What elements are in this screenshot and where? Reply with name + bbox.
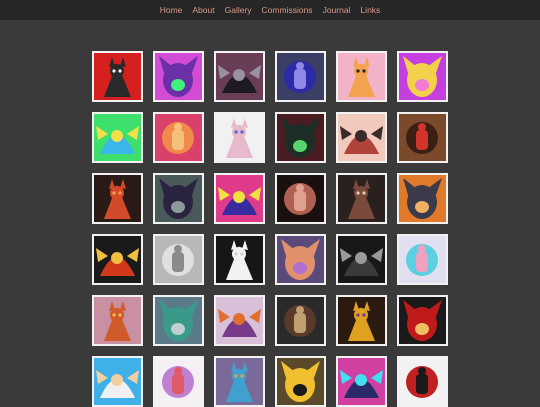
- artwork-image: [216, 175, 263, 222]
- gallery-thumbnail[interactable]: [336, 173, 387, 224]
- gallery-thumbnail[interactable]: [153, 234, 204, 285]
- artwork-image: [277, 114, 324, 161]
- gallery-thumbnail[interactable]: [214, 173, 265, 224]
- artwork-image: [216, 297, 263, 344]
- gallery-thumbnail[interactable]: [92, 112, 143, 163]
- artwork-image: [216, 114, 263, 161]
- nav-link-journal[interactable]: Journal: [323, 5, 351, 15]
- artwork-image: [94, 297, 141, 344]
- gallery-thumbnail[interactable]: [153, 112, 204, 163]
- artwork-image: [155, 236, 202, 283]
- artwork-image: [94, 236, 141, 283]
- gallery-thumbnail[interactable]: [397, 112, 448, 163]
- gallery-thumbnail[interactable]: [92, 356, 143, 407]
- artwork-image: [277, 175, 324, 222]
- artwork-image: [399, 53, 446, 100]
- artwork-image: [338, 53, 385, 100]
- gallery-thumbnail[interactable]: [397, 173, 448, 224]
- gallery-thumbnail[interactable]: [214, 112, 265, 163]
- artwork-image: [277, 358, 324, 405]
- artwork-image: [399, 358, 446, 405]
- artwork-image: [399, 175, 446, 222]
- nav-link-home[interactable]: Home: [160, 5, 183, 15]
- gallery-thumbnail[interactable]: [92, 173, 143, 224]
- artwork-image: [338, 358, 385, 405]
- artwork-image: [155, 358, 202, 405]
- artwork-image: [216, 53, 263, 100]
- gallery-thumbnail[interactable]: [336, 295, 387, 346]
- artwork-image: [155, 175, 202, 222]
- gallery-thumbnail[interactable]: [275, 234, 326, 285]
- gallery-thumbnail[interactable]: [397, 51, 448, 102]
- gallery-thumbnail[interactable]: [336, 112, 387, 163]
- artwork-image: [338, 236, 385, 283]
- gallery-thumbnail[interactable]: [275, 51, 326, 102]
- gallery-thumbnail[interactable]: [92, 295, 143, 346]
- nav-link-links[interactable]: Links: [360, 5, 380, 15]
- artwork-image: [338, 114, 385, 161]
- artwork-image: [216, 358, 263, 405]
- gallery-thumbnail[interactable]: [153, 173, 204, 224]
- gallery-thumbnail[interactable]: [275, 356, 326, 407]
- gallery-thumbnail[interactable]: [336, 356, 387, 407]
- artwork-image: [338, 297, 385, 344]
- gallery-thumbnail[interactable]: [153, 356, 204, 407]
- nav-link-gallery[interactable]: Gallery: [225, 5, 252, 15]
- artwork-image: [399, 114, 446, 161]
- gallery-thumbnail[interactable]: [275, 173, 326, 224]
- gallery-thumbnail[interactable]: [153, 295, 204, 346]
- gallery-thumbnail[interactable]: [92, 234, 143, 285]
- artwork-image: [277, 297, 324, 344]
- gallery-thumbnail[interactable]: [153, 51, 204, 102]
- gallery-thumbnail[interactable]: [214, 234, 265, 285]
- top-nav: Home About Gallery Commissions Journal L…: [0, 0, 540, 20]
- artwork-image: [94, 53, 141, 100]
- gallery-thumbnail[interactable]: [275, 112, 326, 163]
- gallery-thumbnail[interactable]: [214, 356, 265, 407]
- nav-link-commissions[interactable]: Commissions: [262, 5, 313, 15]
- artwork-image: [94, 175, 141, 222]
- artwork-image: [399, 297, 446, 344]
- gallery-thumbnail[interactable]: [397, 295, 448, 346]
- artwork-image: [94, 358, 141, 405]
- gallery-thumbnail[interactable]: [92, 51, 143, 102]
- gallery-thumbnail[interactable]: [397, 356, 448, 407]
- gallery-thumbnail[interactable]: [275, 295, 326, 346]
- artwork-image: [155, 297, 202, 344]
- artwork-image: [155, 114, 202, 161]
- gallery-thumbnail[interactable]: [336, 51, 387, 102]
- artwork-image: [399, 236, 446, 283]
- gallery-grid: [92, 51, 448, 407]
- artwork-image: [277, 53, 324, 100]
- gallery-thumbnail[interactable]: [214, 295, 265, 346]
- gallery-thumbnail[interactable]: [397, 234, 448, 285]
- nav-link-about[interactable]: About: [192, 5, 214, 15]
- artwork-image: [155, 53, 202, 100]
- artwork-image: [338, 175, 385, 222]
- artwork-image: [216, 236, 263, 283]
- artwork-image: [277, 236, 324, 283]
- artwork-image: [94, 114, 141, 161]
- gallery-thumbnail[interactable]: [336, 234, 387, 285]
- gallery-thumbnail[interactable]: [214, 51, 265, 102]
